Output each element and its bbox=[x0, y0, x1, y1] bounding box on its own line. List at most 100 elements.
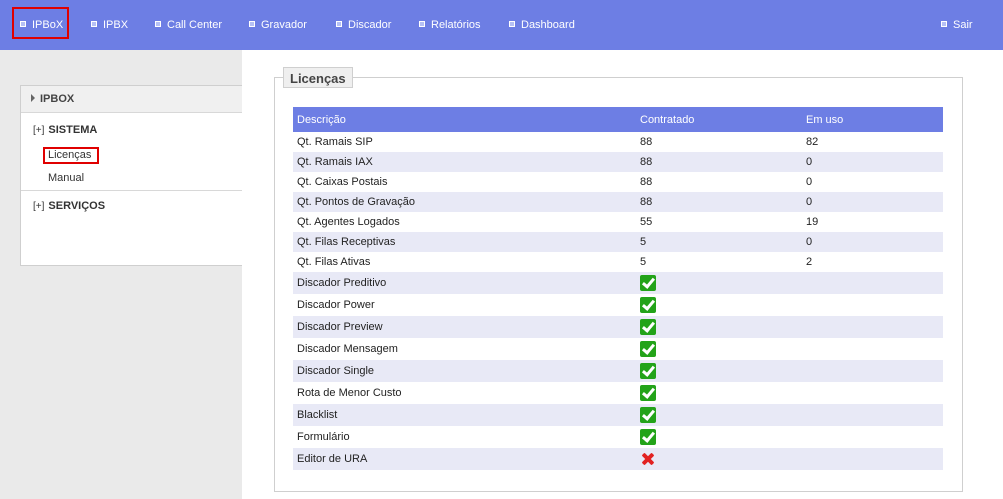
cell-descricao: Blacklist bbox=[293, 404, 636, 426]
cell-em-uso bbox=[802, 316, 943, 338]
bullet-icon bbox=[249, 21, 255, 27]
cell-contratado: 88 bbox=[636, 152, 802, 172]
nav-item-label: Dashboard bbox=[521, 19, 575, 31]
cell-contratado: 88 bbox=[640, 176, 653, 188]
table-header-row: Descrição Contratado Em uso bbox=[293, 107, 943, 132]
table-row: Qt. Agentes Logados 55 19 bbox=[293, 212, 943, 232]
nav-item-dashboard[interactable]: Dashboard bbox=[509, 18, 575, 32]
cell-descricao: Discador Power bbox=[297, 299, 375, 311]
cell-contratado: 5 bbox=[636, 232, 802, 252]
nav-item-label: IPBX bbox=[103, 19, 129, 31]
check-icon bbox=[640, 275, 656, 291]
check-icon bbox=[640, 341, 656, 357]
nav-item-label: Sair bbox=[953, 19, 973, 31]
cell-descricao: Qt. Filas Ativas bbox=[297, 256, 371, 268]
nav-item-sair[interactable]: Sair bbox=[941, 18, 973, 32]
check-icon bbox=[640, 407, 656, 423]
table-row: Qt. Filas Receptivas 5 0 bbox=[293, 232, 943, 252]
table-row: Qt. Pontos de Gravação 88 0 bbox=[293, 192, 943, 212]
column-header-contratado: Contratado bbox=[636, 107, 802, 132]
cell-contratado bbox=[636, 360, 802, 382]
cell-em-uso: 82 bbox=[806, 136, 819, 148]
cell-contratado bbox=[636, 382, 802, 404]
cell-em-uso: 2 bbox=[806, 256, 813, 268]
check-icon bbox=[640, 319, 656, 335]
top-nav: IPBoX IPBX Call Center Gravador Discador… bbox=[0, 0, 1003, 50]
cell-contratado: 5 bbox=[640, 256, 647, 268]
check-icon bbox=[640, 363, 656, 379]
nav-item-label: Relatórios bbox=[431, 19, 481, 31]
active-item-highlight bbox=[43, 147, 99, 164]
cell-descricao: Qt. Agentes Logados bbox=[297, 216, 400, 228]
table-row: Discador Preview bbox=[293, 316, 943, 338]
cell-em-uso bbox=[802, 382, 943, 404]
bullet-icon bbox=[509, 21, 515, 27]
cell-em-uso bbox=[802, 272, 943, 294]
sidebar-group-sistema[interactable]: [+] SISTEMA bbox=[33, 124, 97, 136]
bullet-icon bbox=[419, 21, 425, 27]
sidebar-item-manual[interactable]: Manual bbox=[48, 172, 84, 184]
nav-item-relatorios[interactable]: Relatórios bbox=[419, 18, 481, 32]
column-header-descricao: Descrição bbox=[293, 107, 636, 132]
column-header-em-uso: Em uso bbox=[802, 107, 943, 132]
table-row: Blacklist bbox=[293, 404, 943, 426]
table-row: Qt. Caixas Postais 88 0 bbox=[293, 172, 943, 192]
cell-descricao: Qt. Caixas Postais bbox=[297, 176, 388, 188]
nav-item-gravador[interactable]: Gravador bbox=[249, 18, 307, 32]
cell-em-uso bbox=[802, 426, 943, 448]
sidebar-divider bbox=[21, 190, 250, 191]
cell-contratado bbox=[636, 338, 802, 360]
cell-em-uso bbox=[802, 360, 943, 382]
table-row: Qt. Ramais IAX 88 0 bbox=[293, 152, 943, 172]
cell-contratado bbox=[636, 448, 802, 470]
table-row: Formulário bbox=[293, 426, 943, 448]
cell-descricao: Discador Preview bbox=[293, 316, 636, 338]
sidebar-menu: IPBOX [+] SISTEMA Licenças Manual [+] SERV… bbox=[20, 85, 251, 266]
section-title: Licenças bbox=[283, 67, 353, 88]
triangle-right-icon bbox=[31, 94, 35, 102]
cell-contratado bbox=[636, 426, 802, 448]
nav-item-call-center[interactable]: Call Center bbox=[155, 18, 222, 32]
bullet-icon bbox=[20, 21, 26, 27]
check-icon bbox=[640, 429, 656, 445]
check-icon bbox=[640, 385, 656, 401]
bullet-icon bbox=[941, 21, 947, 27]
sidebar-header-label: IPBOX bbox=[40, 93, 75, 105]
nav-item-ipbx[interactable]: IPBX bbox=[91, 18, 128, 32]
sidebar-group-servicos[interactable]: [+] SERVIÇOS bbox=[33, 200, 105, 212]
expand-toggle: [+] bbox=[33, 125, 45, 136]
licenses-table-body: Qt. Ramais SIP 88 82 Qt. Ramais IAX 88 0 Qt. C… bbox=[293, 132, 943, 470]
sidebar-header[interactable]: IPBOX bbox=[21, 86, 250, 113]
cell-contratado bbox=[636, 404, 802, 426]
cell-contratado bbox=[636, 316, 802, 338]
cell-em-uso bbox=[802, 404, 943, 426]
nav-item-label: Gravador bbox=[261, 19, 307, 31]
cell-em-uso: 0 bbox=[802, 152, 943, 172]
table-row: Discador Mensagem bbox=[293, 338, 943, 360]
cross-icon bbox=[640, 451, 656, 467]
cell-em-uso bbox=[802, 294, 943, 316]
table-row: Editor de URA bbox=[293, 448, 943, 470]
bullet-icon bbox=[336, 21, 342, 27]
licenses-table: Descrição Contratado Em uso Qt. Ramais S… bbox=[293, 107, 943, 470]
sidebar: IPBOX [+] SISTEMA Licenças Manual [+] SERV… bbox=[0, 50, 251, 499]
sidebar-group-label: SERVIÇOS bbox=[48, 200, 106, 212]
cell-contratado: 88 bbox=[636, 192, 802, 212]
cell-descricao: Qt. Ramais SIP bbox=[297, 136, 373, 148]
cell-em-uso: 19 bbox=[806, 216, 819, 228]
table-row: Qt. Filas Ativas 5 2 bbox=[293, 252, 943, 272]
cell-em-uso bbox=[802, 448, 943, 470]
cell-descricao: Discador Preditivo bbox=[293, 272, 636, 294]
table-row: Discador Single bbox=[293, 360, 943, 382]
nav-item-label: IPBoX bbox=[32, 19, 64, 31]
nav-item-label: Discador bbox=[348, 19, 392, 31]
cell-em-uso: 0 bbox=[806, 176, 813, 188]
cell-descricao: Qt. Ramais IAX bbox=[293, 152, 636, 172]
table-row: Qt. Ramais SIP 88 82 bbox=[293, 132, 943, 152]
bullet-icon bbox=[91, 21, 97, 27]
expand-toggle: [+] bbox=[33, 201, 45, 212]
nav-item-discador[interactable]: Discador bbox=[336, 18, 391, 32]
table-row: Rota de Menor Custo bbox=[293, 382, 943, 404]
nav-item-ipbox[interactable]: IPBoX bbox=[20, 18, 63, 32]
cell-contratado: 55 bbox=[640, 216, 653, 228]
